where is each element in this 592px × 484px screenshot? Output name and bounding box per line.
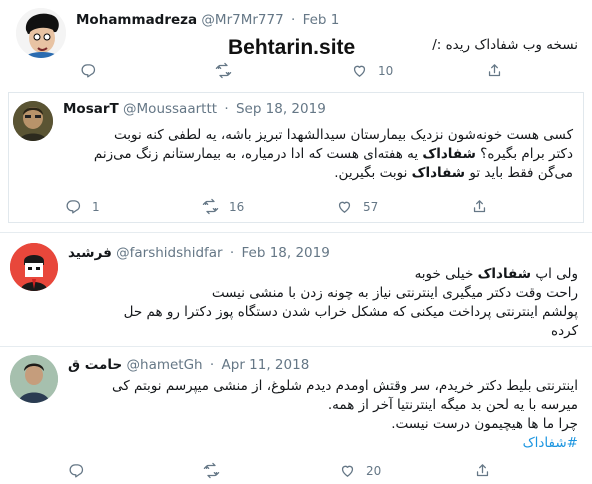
- share-button[interactable]: [486, 62, 503, 79]
- retweet-icon: [215, 62, 232, 79]
- reply-count: 1: [92, 199, 100, 214]
- tweet-text: کسی هست خونه‌شون نزدیک بیمارستان سیدالشه…: [53, 126, 573, 183]
- retweet-button[interactable]: [203, 462, 230, 479]
- tweet-date[interactable]: Feb 18, 2019: [242, 245, 330, 261]
- keyword-bold: شفاداک: [422, 146, 476, 162]
- like-count: 10: [378, 63, 394, 78]
- like-count: 20: [366, 463, 382, 478]
- tweet-text: ولی اپ شفاداک خیلی خوبه راحت وقت دکتر می…: [78, 265, 578, 341]
- display-name[interactable]: فرشید: [68, 245, 112, 261]
- separator-dot: ·: [224, 101, 229, 117]
- tweet-date[interactable]: Apr 11, 2018: [222, 357, 310, 373]
- keyword-bold: شفاداک: [477, 266, 532, 282]
- retweet-icon: [202, 198, 219, 215]
- tweet-line: می‌گن فقط باید تو شفاداک نوبت بگیرین.: [334, 165, 573, 181]
- user-handle[interactable]: @Moussaarttt: [123, 101, 217, 117]
- tweet-date[interactable]: Feb 1: [303, 12, 340, 28]
- tweet-text: نسخه وب شفاداک ریده :/: [432, 37, 578, 53]
- like-icon: [353, 65, 366, 77]
- reply-icon: [81, 64, 96, 78]
- reply-button[interactable]: 1: [65, 198, 100, 215]
- tweet-line: کسی هست خونه‌شون نزدیک بیمارستان سیدالشه…: [113, 127, 573, 143]
- tweet-line: اینترنتی بلیط دکتر خریدم، سر وقتش اومدم …: [112, 378, 578, 394]
- separator-dot: ·: [290, 12, 296, 28]
- caricature-avatar-image: [16, 8, 66, 58]
- user-handle[interactable]: @farshidshidfar: [116, 245, 222, 261]
- hashtag-link[interactable]: #شفاداک: [58, 434, 578, 453]
- tweet-date[interactable]: Sep 18, 2019: [236, 101, 326, 117]
- separator-dot: ·: [229, 245, 235, 261]
- share-icon: [473, 200, 486, 213]
- share-icon: [488, 64, 501, 77]
- like-button[interactable]: 20: [339, 462, 381, 479]
- retweet-count: 16: [229, 199, 245, 214]
- reply-icon: [66, 200, 81, 214]
- retweet-icon: [203, 462, 220, 479]
- tweet-header: Mohammadreza @Mr7Mr777 · Feb 1: [76, 12, 339, 28]
- tweet-line: میرسه با یه لحن بد میگه اینترنتیا آخر از…: [327, 397, 578, 413]
- retweet-button[interactable]: 16: [202, 198, 244, 215]
- display-name[interactable]: MosarT: [63, 101, 119, 117]
- avatar[interactable]: [16, 8, 66, 58]
- like-button[interactable]: 57: [336, 198, 378, 215]
- profile-photo-image: [10, 355, 58, 403]
- user-handle[interactable]: @hametGh: [127, 357, 203, 373]
- display-name[interactable]: Mohammadreza: [76, 12, 197, 28]
- profile-photo-image: [10, 243, 58, 291]
- like-icon: [338, 201, 351, 213]
- tweet-header: حامت ق @hametGh · Apr 11, 2018: [68, 357, 309, 373]
- share-icon: [476, 464, 489, 477]
- reply-button[interactable]: [80, 62, 107, 79]
- tweet-1: Mohammadreza @Mr7Mr777 · Feb 1 Behtarin.…: [0, 0, 592, 88]
- share-button[interactable]: [474, 462, 491, 479]
- tweet-2: MosarT @Moussaarttt · Sep 18, 2019 کسی ه…: [8, 92, 584, 223]
- like-button[interactable]: 10: [351, 62, 393, 79]
- tweet-3: فرشید @farshidshidfar · Feb 18, 2019 ولی…: [0, 233, 592, 345]
- reply-button[interactable]: [68, 462, 95, 479]
- tweet-line: ولی اپ شفاداک خیلی خوبه: [414, 266, 578, 282]
- tweet-line: چرا ما ها هیچیمون درست نیست.: [391, 416, 578, 432]
- like-count: 57: [363, 199, 379, 214]
- reply-icon: [69, 464, 84, 478]
- tweet-line: پولشم اینترنتی پرداخت میکنی که مشکل خراب…: [123, 304, 578, 320]
- profile-photo-image: [13, 101, 53, 141]
- user-handle[interactable]: @Mr7Mr777: [201, 12, 283, 28]
- tweet-text: اینترنتی بلیط دکتر خریدم، سر وقتش اومدم …: [58, 377, 578, 453]
- tweet-line: دکتر برام بگیره؟ شفاداک یه هفته‌ای هست ک…: [93, 146, 573, 162]
- keyword-bold: شفاداک: [411, 165, 466, 181]
- tweet-actions: 10: [0, 62, 592, 82]
- like-icon: [341, 465, 354, 477]
- retweet-button[interactable]: [215, 62, 242, 79]
- separator-dot: ·: [209, 357, 215, 373]
- display-name[interactable]: حامت ق: [68, 357, 122, 373]
- share-button[interactable]: [471, 198, 488, 215]
- avatar[interactable]: [10, 355, 58, 403]
- avatar[interactable]: [13, 101, 53, 141]
- tweet-header: MosarT @Moussaarttt · Sep 18, 2019: [63, 101, 326, 117]
- tweet-line: راحت وقت دکتر میگیری اینترنتی نیاز به چو…: [211, 285, 578, 301]
- tweet-actions: 20: [0, 462, 592, 482]
- tweet-header: فرشید @farshidshidfar · Feb 18, 2019: [68, 245, 330, 261]
- tweet-4: حامت ق @hametGh · Apr 11, 2018 اینترنتی …: [0, 347, 592, 484]
- avatar[interactable]: [10, 243, 58, 291]
- tweet-actions: 1 16 57: [9, 198, 585, 218]
- tweet-line: کرده: [551, 323, 578, 339]
